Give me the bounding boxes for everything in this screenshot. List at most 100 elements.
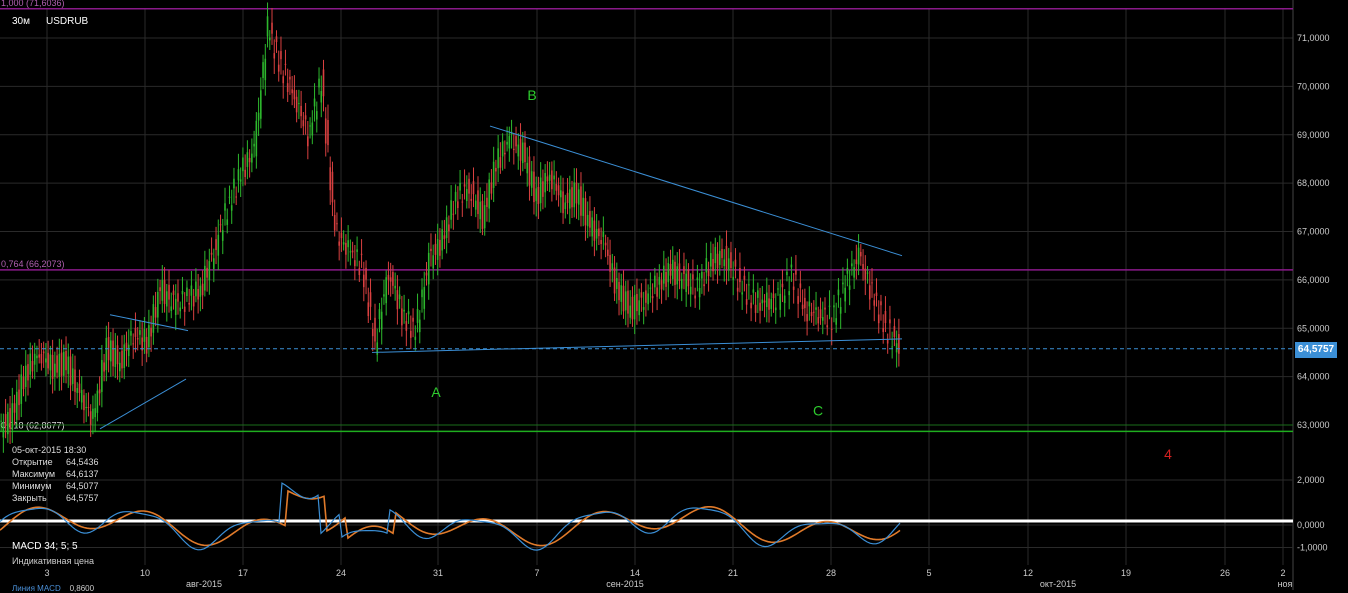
candle-body: [22, 377, 25, 390]
candle-body: [714, 246, 717, 264]
wave-label-A: A: [431, 384, 441, 400]
candle-body: [42, 351, 45, 354]
candle-body: [490, 182, 493, 194]
candle-body: [886, 339, 889, 344]
candle-body: [667, 263, 670, 283]
candle-body: [418, 319, 421, 333]
candle-body: [669, 264, 672, 276]
candle-body: [624, 291, 627, 311]
candle-body: [54, 363, 56, 377]
candle-body: [589, 211, 591, 228]
candle-body: [233, 178, 235, 189]
timeframe-label[interactable]: 30м: [12, 16, 30, 27]
candle-body: [674, 261, 676, 285]
candle-body: [864, 268, 867, 280]
candle-body: [716, 253, 719, 269]
candle-body: [358, 268, 361, 276]
candle-body: [687, 269, 690, 287]
candle-body: [586, 214, 589, 227]
candle-body: [748, 284, 750, 286]
x-tick-label: 26: [1220, 568, 1230, 578]
macd-label[interactable]: MACD 34; 5; 5: [12, 541, 78, 552]
candle-body: [479, 201, 482, 220]
candle-body: [24, 365, 27, 387]
info-row-low: Минимум 64,5077: [12, 480, 99, 492]
x-tick-label: 10: [140, 568, 150, 578]
candle-body: [248, 157, 251, 163]
candle-body: [710, 253, 712, 267]
info-open-value: 64,5436: [66, 457, 99, 467]
candle-body: [197, 288, 199, 300]
candle-body: [251, 153, 253, 163]
candle-body: [127, 344, 130, 357]
candle-body: [369, 292, 372, 307]
candle-body: [76, 388, 79, 393]
candle-body: [835, 318, 837, 325]
candle-body: [860, 251, 862, 257]
symbol-label[interactable]: USDRUB: [46, 16, 88, 27]
candle-body: [819, 309, 822, 319]
candle-body: [783, 295, 786, 304]
candle-body: [367, 302, 370, 317]
candle-body: [571, 187, 573, 208]
candle-body: [564, 202, 567, 209]
candle-body: [336, 223, 338, 225]
wave-label-B: B: [527, 87, 536, 103]
info-high-value: 64,6137: [66, 469, 99, 479]
candle-body: [846, 267, 849, 274]
candle-body: [374, 317, 376, 342]
y-tick-label: 63,0000: [1297, 420, 1330, 430]
y-tick-label: 70,0000: [1297, 81, 1330, 91]
candle-body: [237, 169, 240, 181]
candle-body: [33, 353, 36, 365]
candle-body: [853, 267, 855, 278]
candle-body: [739, 267, 741, 283]
candle-body: [857, 247, 860, 265]
candle-body: [873, 300, 876, 306]
candle-body: [295, 96, 298, 113]
candle-body: [889, 319, 891, 324]
candle-body: [275, 36, 278, 43]
candle-body: [824, 307, 826, 310]
candle-body: [293, 90, 296, 100]
candle-body: [199, 285, 202, 297]
candle-body: [65, 350, 67, 371]
x-tick-label: 3: [44, 568, 49, 578]
candle-body: [356, 249, 358, 252]
candle-body: [177, 293, 179, 302]
candle-body: [38, 354, 40, 358]
candle-body: [307, 136, 309, 147]
candle-body: [71, 368, 74, 384]
candle-body: [215, 239, 217, 251]
candle-body: [774, 307, 777, 311]
candle-body: [566, 192, 569, 203]
candle-body: [591, 217, 593, 237]
candle-body: [242, 157, 244, 172]
candle-body: [817, 317, 820, 324]
candle-body: [282, 76, 285, 84]
x-month-label: авг-2015: [186, 579, 222, 589]
candle-body: [470, 198, 473, 201]
candle-body: [181, 290, 184, 295]
candle-body: [837, 289, 840, 296]
info-close-label: Закрыть: [12, 493, 47, 503]
candle-body: [201, 283, 204, 296]
x-tick-label: 14: [630, 568, 640, 578]
candle-body: [436, 239, 439, 260]
candle-body: [89, 411, 92, 425]
current-price-tag: 64,5757: [1295, 342, 1337, 358]
candle-body: [645, 290, 647, 303]
candle-body: [694, 295, 696, 299]
x-month-label: сен-2015: [606, 579, 644, 589]
candle-body: [792, 286, 795, 290]
candle-body: [224, 203, 226, 211]
candle-body: [736, 287, 739, 292]
candle-body: [486, 197, 488, 207]
candle-body: [0, 420, 2, 422]
candle-body: [459, 182, 461, 191]
candle-body: [262, 62, 264, 78]
candle-body: [280, 51, 282, 60]
candle-body: [255, 120, 258, 157]
candle-body: [651, 296, 654, 299]
candle-body: [150, 327, 152, 337]
